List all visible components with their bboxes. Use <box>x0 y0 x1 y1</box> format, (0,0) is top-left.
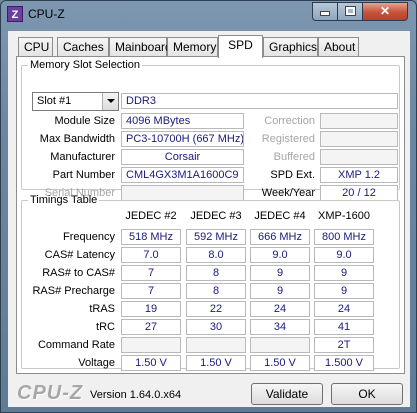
app-icon: Z <box>7 6 23 22</box>
timings-cell: 34 <box>250 319 310 335</box>
timings-cell: 30 <box>186 319 246 335</box>
tab-label: Mainboard <box>115 40 172 54</box>
tab-mainboard[interactable]: Mainboard <box>109 37 172 57</box>
timings-cell: 9 <box>250 283 310 299</box>
timings-row-label: RAS# Precharge <box>32 285 115 297</box>
timings-row-label: Command Rate <box>37 339 115 351</box>
maximize-icon <box>345 7 355 15</box>
timings-cell: 7 <box>121 283 181 299</box>
slot-select[interactable]: Slot #1 <box>32 92 119 111</box>
max-bandwidth-value: PC3-10700H (667 MHz) <box>121 131 244 147</box>
spd-panel: Memory Slot Selection Slot #1 DDR3 Modul… <box>16 56 405 374</box>
timings-cell: 41 <box>314 319 374 335</box>
timings-cell: 518 MHz <box>121 229 181 245</box>
timings-cell: 8 <box>186 283 246 299</box>
timings-cell: 24 <box>250 301 310 317</box>
timings-cell: 8 <box>186 265 246 281</box>
tab-about[interactable]: About <box>318 37 359 57</box>
cpu-z-window: Z CPU-Z ✕ CPU Caches Mainboard Memory SP… <box>0 0 417 413</box>
timings-cell <box>186 337 246 353</box>
timings-cell: 9.0 <box>250 247 310 263</box>
timings-column-header: JEDEC #3 <box>190 210 242 222</box>
registered-label: Registered <box>261 133 315 145</box>
correction-label: Correction <box>264 115 315 127</box>
ok-button[interactable]: OK <box>331 383 403 405</box>
minimize-button[interactable] <box>312 2 338 21</box>
part-number-label: Part Number <box>52 169 115 181</box>
validate-button[interactable]: Validate <box>251 383 323 405</box>
close-icon: ✕ <box>379 4 391 18</box>
max-bandwidth-label: Max Bandwidth <box>39 133 115 145</box>
cpu-z-logo: CPU-Z <box>17 382 84 404</box>
timings-cell: 22 <box>186 301 246 317</box>
memory-type-value: DDR3 <box>121 93 398 109</box>
tab-label: Caches <box>63 40 104 54</box>
timings-cell: 2T <box>314 337 374 353</box>
timings-cell: 7.0 <box>121 247 181 263</box>
timings-cell: 19 <box>121 301 181 317</box>
timings-cell: 9.0 <box>314 247 374 263</box>
minimize-icon <box>321 12 329 15</box>
registered-value <box>320 131 398 147</box>
timings-cell: 1.500 V <box>314 355 374 371</box>
timings-column-header: JEDEC #4 <box>254 210 306 222</box>
timings-cell: 666 MHz <box>250 229 310 245</box>
timings-cell <box>121 337 181 353</box>
tab-caches[interactable]: Caches <box>57 37 109 57</box>
module-size-value: 4096 MBytes <box>121 113 244 129</box>
module-size-label: Module Size <box>54 115 115 127</box>
tab-spd[interactable]: SPD <box>218 35 263 58</box>
title-bar[interactable]: Z CPU-Z ✕ <box>1 1 416 27</box>
manufacturer-value: Corsair <box>121 149 244 165</box>
spd-ext-label: SPD Ext. <box>270 169 315 181</box>
timings-cell: 7 <box>121 265 181 281</box>
version-text: Version 1.64.0.x64 <box>90 389 182 401</box>
tab-memory[interactable]: Memory <box>167 37 218 57</box>
timings-column-header: XMP-1600 <box>318 210 370 222</box>
tab-label: About <box>324 40 356 54</box>
buffered-value <box>320 149 398 165</box>
timings-column-header: JEDEC #2 <box>125 210 177 222</box>
timings-row-label: RAS# to CAS# <box>42 267 115 279</box>
tab-label: CPU <box>24 40 50 54</box>
close-button[interactable]: ✕ <box>362 2 408 21</box>
timings-row-label: CAS# Latency <box>44 249 115 261</box>
timings-cell: 9 <box>250 265 310 281</box>
slot-select-value: Slot #1 <box>37 95 72 107</box>
timings-cell: 1.50 V <box>250 355 310 371</box>
tab-label: SPD <box>228 38 253 52</box>
timings-cell <box>250 337 310 353</box>
memory-slot-group: Memory Slot Selection Slot #1 DDR3 Modul… <box>21 59 400 201</box>
tab-cpu[interactable]: CPU <box>18 37 53 57</box>
timings-row-label: Voltage <box>78 357 115 369</box>
manufacturer-label: Manufacturer <box>50 151 115 163</box>
timings-row-label: Frequency <box>63 231 115 243</box>
timings-cell: 24 <box>314 301 374 317</box>
timings-cell: 9 <box>314 283 374 299</box>
maximize-button[interactable] <box>337 2 363 21</box>
tab-label: Graphics <box>269 40 318 54</box>
spd-ext-value: XMP 1.2 <box>320 167 398 183</box>
tab-label: Memory <box>173 40 217 54</box>
chevron-down-icon <box>107 99 115 103</box>
timings-cell: 800 MHz <box>314 229 374 245</box>
memory-slot-legend: Memory Slot Selection <box>30 59 141 71</box>
tab-graphics[interactable]: Graphics <box>263 37 318 57</box>
timings-table-group: Timings Table JEDEC #2 JEDEC #3 JEDEC #4 XM… <box>21 194 400 371</box>
timings-cell: 27 <box>121 319 181 335</box>
timings-cell: 592 MHz <box>186 229 246 245</box>
timings-cell: 9 <box>314 265 374 281</box>
buffered-label: Buffered <box>273 151 315 163</box>
timings-cell: 1.50 V <box>186 355 246 371</box>
timings-row-label: tRAS <box>89 303 115 315</box>
timings-cell: 1.50 V <box>121 355 181 371</box>
timings-table-legend: Timings Table <box>30 194 98 206</box>
window-title: CPU-Z <box>28 7 65 21</box>
timings-cell: 8.0 <box>186 247 246 263</box>
slot-select-button[interactable] <box>102 93 118 110</box>
timings-row-label: tRC <box>96 321 115 333</box>
correction-value <box>320 113 398 129</box>
part-number-value: CML4GX3M1A1600C9 <box>121 167 244 183</box>
